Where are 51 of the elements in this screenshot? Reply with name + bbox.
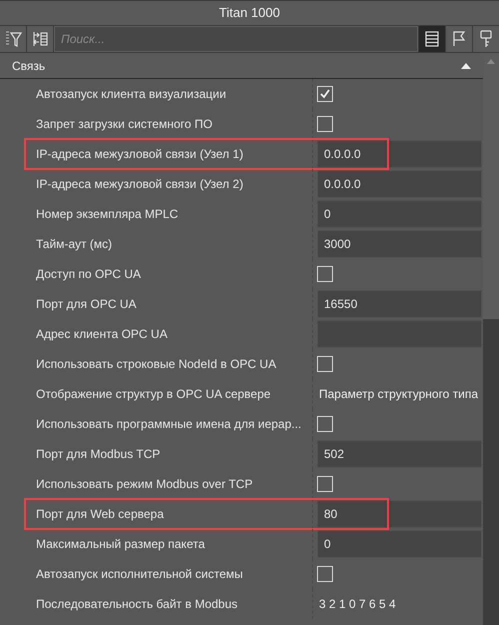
search-field[interactable]: Поиск... [54,26,418,52]
checkbox[interactable] [317,416,333,432]
tree-button[interactable] [27,26,53,52]
property-label: IP-адреса межузловой связи (Узел 1) [36,146,244,163]
key-button[interactable] [473,26,499,52]
property-label: Порт для Modbus TCP [36,446,160,463]
value-field[interactable] [317,320,482,348]
property-label: IP-адреса межузловой связи (Узел 2) [36,176,244,193]
list-view-button[interactable] [419,26,445,52]
property-value: 3 2 1 0 7 6 5 4 [318,596,396,613]
property-label: Порт для Web сервера [36,506,164,523]
property-label: Порт для OPC UA [36,296,136,313]
value-field[interactable]: 502 [317,440,482,468]
key-icon [480,30,492,48]
property-label: Отображение структур в OPC UA сервере [36,386,271,403]
value-field[interactable]: 0.0.0.0 [317,140,482,168]
flag-button[interactable] [446,26,472,52]
checkbox[interactable] [317,476,333,492]
property-label: Автозапуск исполнительной системы [36,566,243,583]
property-label: Использовать режим Modbus over TCP [36,476,253,493]
checkbox[interactable] [317,566,333,582]
value-field[interactable]: 0.0.0.0 [317,170,482,198]
property-label: Использовать строковые NodeId в OPC UA [36,356,276,373]
value-field[interactable]: 80 [317,500,482,528]
list-icon [425,31,439,47]
property-label: Запрет загрузки системного ПО [36,116,212,133]
property-label: Доступ по OPC UA [36,266,141,283]
section-title: Связь [12,58,46,74]
sort-filter-icon [4,30,22,48]
flag-icon [451,31,467,47]
property-label: Максимальный размер пакета [36,536,205,553]
sort-filter-button[interactable] [0,26,26,52]
checkbox[interactable] [317,116,333,132]
property-label: Последовательность байт в Modbus [36,596,238,613]
property-label: Тайм-аут (мс) [36,236,112,253]
value-field[interactable]: 0 [317,530,482,558]
window-title: Titan 1000 [219,4,280,22]
property-label: Номер экземпляра MPLC [36,206,178,223]
checkbox[interactable] [317,86,333,102]
collapse-arrow-icon [461,62,471,68]
checkbox[interactable] [317,266,333,282]
property-label: Адрес клиента OPC UA [36,326,168,343]
scrollbar-thumb[interactable] [483,69,499,319]
tree-arrows-icon [31,30,49,48]
property-label: Использовать программные имена для иерар... [36,416,302,433]
value-field[interactable]: 0 [317,200,482,228]
value-field[interactable]: 16550 [317,290,482,318]
property-value: Параметр структурного типа [318,386,478,403]
checkbox[interactable] [317,356,333,372]
value-field[interactable]: 3000 [317,230,482,258]
property-label: Автозапуск клиента визуализации [36,86,226,103]
